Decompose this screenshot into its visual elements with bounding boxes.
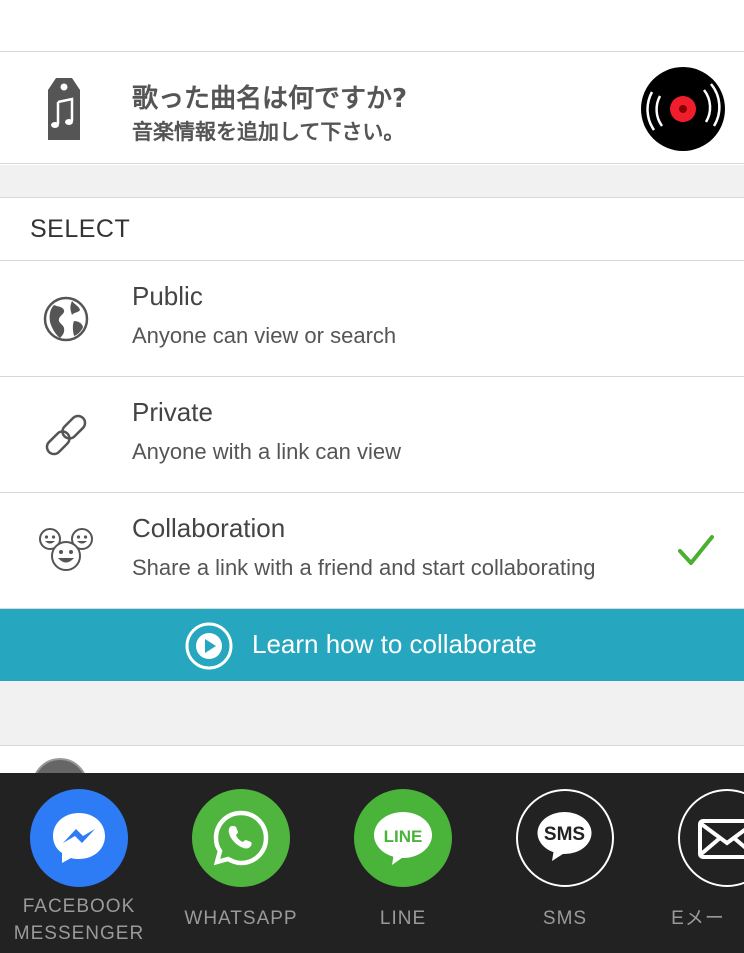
top-blank-area — [0, 0, 744, 52]
vinyl-record-icon[interactable] — [640, 66, 726, 152]
option-public-title: Public — [132, 281, 203, 311]
list-item — [0, 746, 744, 776]
share-sms[interactable]: SMS SMS — [490, 789, 640, 953]
select-label: SELECT — [30, 215, 131, 243]
section-gap — [0, 165, 744, 198]
share-email-circle[interactable] — [678, 789, 744, 887]
option-collaboration[interactable]: Collaboration Share a link with a friend… — [0, 493, 744, 609]
music-tag-icon — [48, 78, 80, 140]
share-messenger-label-line2: MESSENGER — [13, 923, 145, 944]
option-public-description: Anyone can view or search — [132, 323, 397, 348]
share-tray: FACEBOOK MESSENGER WHATSAPP LINE LINE SM… — [0, 773, 744, 953]
section-gap — [0, 681, 744, 746]
learn-collaborate-button[interactable]: Learn how to collaborate — [0, 609, 744, 681]
song-subtitle-prompt: 音楽情報を追加して下さい。 — [132, 120, 405, 144]
share-sms-label: SMS — [542, 908, 588, 929]
option-collaboration-title: Collaboration — [132, 513, 286, 543]
svg-text:LINE: LINE — [384, 827, 423, 846]
share-line[interactable]: LINE LINE — [328, 789, 478, 953]
learn-collaborate-label: Learn how to collaborate — [252, 629, 537, 659]
select-header: SELECT — [0, 198, 744, 261]
song-info-row[interactable]: 歌った曲名は何ですか? 音楽情報を追加して下さい。 — [0, 52, 744, 164]
share-whatsapp-circle[interactable] — [192, 789, 290, 887]
share-line-label: LINE — [379, 908, 427, 929]
share-sms-circle[interactable]: SMS — [516, 789, 614, 887]
svg-text:SMS: SMS — [544, 824, 585, 845]
option-collaboration-description: Share a link with a friend and start col… — [132, 555, 596, 580]
email-icon — [698, 819, 744, 859]
share-email-label: Eメー — [671, 908, 725, 929]
share-whatsapp[interactable]: WHATSAPP — [166, 789, 316, 953]
globe-icon — [43, 296, 89, 342]
song-title-prompt: 歌った曲名は何ですか? — [132, 84, 408, 114]
share-messenger-label: FACEBOOK MESSENGER — [4, 893, 154, 947]
option-private[interactable]: Private Anyone with a link can view — [0, 377, 744, 493]
smiley-group-icon — [39, 528, 93, 571]
option-public[interactable]: Public Anyone can view or search — [0, 261, 744, 377]
share-facebook-messenger[interactable]: FACEBOOK MESSENGER — [4, 789, 154, 953]
play-circle-icon — [185, 622, 233, 670]
share-line-circle[interactable]: LINE — [354, 789, 452, 887]
share-whatsapp-label: WHATSAPP — [184, 908, 298, 929]
share-email[interactable]: Eメー — [652, 789, 744, 953]
line-icon: LINE — [374, 812, 432, 865]
link-icon — [45, 414, 87, 456]
sms-icon: SMS — [537, 812, 592, 861]
option-private-description: Anyone with a link can view — [132, 439, 402, 464]
share-messenger-circle[interactable] — [30, 789, 128, 887]
whatsapp-icon — [213, 810, 269, 866]
messenger-icon — [53, 813, 105, 863]
share-messenger-label-line1: FACEBOOK — [22, 896, 136, 917]
option-private-title: Private — [132, 397, 213, 427]
checkmark-icon — [678, 535, 714, 565]
